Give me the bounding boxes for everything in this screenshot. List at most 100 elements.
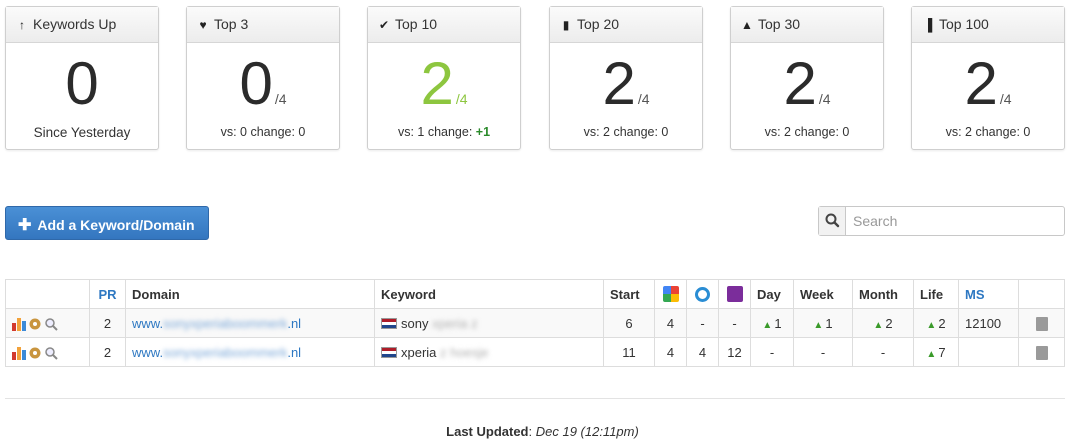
arrow-up-icon: ▲ [762, 319, 773, 331]
card-top-20: ▮ Top 20 2/4 vs: 2 change: 0 [549, 6, 703, 150]
chart-icon[interactable] [12, 346, 26, 360]
gear-icon[interactable] [28, 346, 42, 360]
google-icon [662, 286, 679, 303]
card-value: 2 [602, 50, 636, 117]
col-pr[interactable]: PR [89, 279, 126, 309]
card-top-3: ♥ Top 3 0/4 vs: 0 change: 0 [186, 6, 340, 150]
cell-bing: 4 [686, 337, 719, 367]
card-footer: Since Yesterday [33, 125, 131, 140]
row-actions [5, 308, 90, 338]
card-title: Top 3 [214, 16, 249, 32]
cell-start: 6 [603, 308, 655, 338]
col-life[interactable]: Life [913, 279, 959, 309]
card-total: /4 [455, 91, 468, 107]
magnifier-icon[interactable] [44, 346, 58, 360]
cell-week: - [793, 337, 853, 367]
signal-bars-icon: ▐ [923, 18, 933, 32]
col-month[interactable]: Month [852, 279, 914, 309]
last-updated-value: Dec 19 (12:11pm) [535, 424, 639, 439]
card-total: /4 [637, 91, 650, 107]
heart-icon: ♥ [199, 18, 207, 32]
stats-cards: ↑ Keywords Up 0 Since Yesterday ♥ Top 3 0/… [5, 6, 1075, 150]
cell-keyword: xperia z hoesje [374, 337, 604, 367]
card-title: Top 10 [395, 16, 438, 32]
gear-icon[interactable] [28, 317, 42, 331]
table-row: 2 www.sonyxperiaboommerk.nl xperia z hoe… [5, 337, 1065, 367]
checkmark-icon: ✔ [378, 18, 390, 32]
col-day[interactable]: Day [750, 279, 794, 309]
cell-yahoo: - [718, 308, 751, 338]
chart-icon[interactable] [12, 317, 26, 331]
arrow-up-icon: ▲ [926, 348, 937, 360]
card-footer: vs: 2 change: 0 [764, 125, 850, 139]
col-ms[interactable]: MS [958, 279, 1019, 309]
arrow-up-icon: ↑ [19, 18, 25, 32]
card-title: Top 20 [577, 16, 620, 32]
cell-bing: - [686, 308, 719, 338]
search-box [818, 206, 1065, 236]
divider [5, 398, 1065, 399]
cell-week: ▲ 1 [793, 308, 853, 338]
card-value: 0 [239, 50, 273, 117]
cell-google: 4 [654, 308, 687, 338]
keywords-table: PR Domain Keyword Start Day Week Month L… [5, 279, 1065, 367]
cell-yahoo: 12 [718, 337, 751, 367]
col-yahoo[interactable] [718, 279, 751, 309]
magnifier-icon[interactable] [44, 317, 58, 331]
card-keywords-up: ↑ Keywords Up 0 Since Yesterday [5, 6, 159, 150]
cell-life: ▲ 7 [913, 337, 959, 367]
card-footer: vs: 2 change: 0 [945, 125, 1031, 139]
card-footer: vs: 0 change: 0 [220, 125, 306, 139]
card-total: /4 [274, 91, 287, 107]
card-value: 0 [65, 50, 99, 117]
col-google[interactable] [654, 279, 687, 309]
cell-start: 11 [603, 337, 655, 367]
col-keyword[interactable]: Keyword [374, 279, 604, 309]
col-domain[interactable]: Domain [125, 279, 375, 309]
table-row: 2 www.sonyxperiaboommerk.nl sony xperia … [5, 308, 1065, 338]
card-top-10: ✔ Top 10 2/4 vs: 1 change: +1 [367, 6, 521, 150]
card-top-100: ▐ Top 100 2/4 vs: 2 change: 0 [911, 6, 1065, 150]
change-positive: +1 [475, 125, 491, 139]
card-footer: vs: 2 change: 0 [583, 125, 669, 139]
cell-domain: www.sonyxperiaboommerk.nl [125, 337, 375, 367]
cell-pr: 2 [89, 308, 126, 338]
bing-icon [695, 287, 710, 303]
cell-ms [958, 337, 1019, 367]
cell-month: - [852, 337, 914, 367]
cell-keyword: sony xperia z [374, 308, 604, 338]
card-value: 2 [420, 50, 454, 117]
add-keyword-domain-button[interactable]: ✚ Add a Keyword/Domain [5, 206, 209, 240]
search-icon [819, 207, 846, 235]
card-value: 2 [783, 50, 817, 117]
cell-ms: 12100 [958, 308, 1019, 338]
cell-google: 4 [654, 337, 687, 367]
trash-icon[interactable] [1035, 316, 1048, 331]
arrow-up-icon: ▲ [926, 319, 937, 331]
domain-link[interactable]: www.sonyxperiaboommerk.nl [132, 316, 301, 331]
last-updated-label: Last Updated [446, 424, 529, 439]
col-start[interactable]: Start [603, 279, 655, 309]
card-title: Top 100 [939, 16, 989, 32]
search-input[interactable] [847, 207, 1063, 235]
cell-domain: www.sonyxperiaboommerk.nl [125, 308, 375, 338]
netherlands-flag-icon [381, 346, 397, 358]
last-updated: Last Updated: Dec 19 (12:11pm) [446, 424, 639, 439]
card-total: /4 [999, 91, 1012, 107]
cell-delete [1018, 337, 1065, 367]
card-footer: vs: 1 change: +1 [397, 125, 491, 139]
trash-icon[interactable] [1035, 345, 1048, 360]
col-bing[interactable] [686, 279, 719, 309]
cell-pr: 2 [89, 337, 126, 367]
plus-icon: ✚ [18, 217, 32, 234]
cell-day: ▲ 1 [750, 308, 794, 338]
netherlands-flag-icon [381, 317, 397, 329]
card-title: Keywords Up [33, 16, 117, 32]
card-title: Top 30 [758, 16, 801, 32]
yahoo-icon [726, 286, 743, 303]
domain-link[interactable]: www.sonyxperiaboommerk.nl [132, 345, 301, 360]
col-week[interactable]: Week [793, 279, 853, 309]
card-top-30: ▲ Top 30 2/4 vs: 2 change: 0 [730, 6, 884, 150]
cell-life: ▲ 2 [913, 308, 959, 338]
col-actions [5, 279, 90, 309]
